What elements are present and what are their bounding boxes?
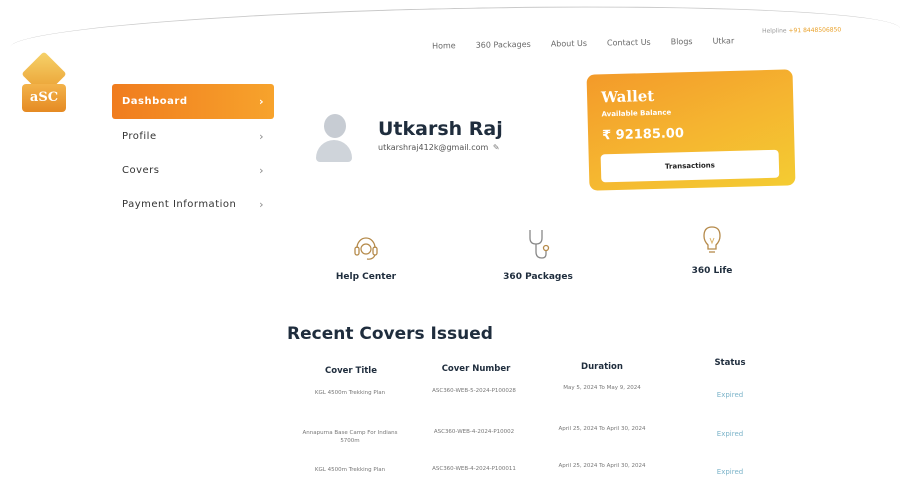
nav-user[interactable]: Utkar [712,36,734,45]
cell-cover-number: ASC360-WEB-5-2024-P100028 [432,388,516,394]
user-email: utkarshraj412k@gmail.com [378,143,489,152]
user-name: Utkarsh Raj [378,118,503,140]
nav-contact-us[interactable]: Contact Us [607,38,651,48]
chevron-right-icon: › [258,95,264,108]
helpline-label: Helpline [761,27,787,35]
logo-text: aSC [22,84,66,112]
cell-duration: April 25, 2024 To April 30, 2024 [558,426,646,432]
sidebar-item-label: Profile [122,130,157,142]
brand-logo[interactable]: aSC [18,51,70,116]
cell-cover-title: KGL 4500m Trekking Plan [314,467,386,473]
transactions-button[interactable]: Transactions [600,149,780,183]
column-header-duration: Duration [581,362,623,372]
edit-pencil-icon[interactable]: ✎ [493,143,500,152]
cell-status: Expired [716,468,744,476]
packages-link[interactable]: 360 Packages [496,228,580,282]
cell-status: Expired [716,391,744,399]
chevron-right-icon: › [259,129,264,143]
sidebar-item-dashboard[interactable]: Dashboard › [112,84,274,119]
help-center-link[interactable]: Help Center [330,232,402,282]
recent-covers-title: Recent Covers Issued [287,324,493,344]
helpline[interactable]: Helpline +91 8448506850 [762,26,841,44]
lightbulb-icon [703,226,721,253]
wallet-subtitle: Available Balance [601,108,672,119]
sidebar-item-profile[interactable]: Profile › [112,119,274,153]
cell-cover-number: ASC360-WEB-4-2024-P100011 [432,466,516,472]
wallet-balance: ₹ 92185.00 [601,126,685,144]
sidebar: Dashboard › Profile › Covers › Payment I… [112,84,274,221]
help-center-label: Help Center [335,272,397,282]
sidebar-item-covers[interactable]: Covers › [112,153,274,187]
sidebar-item-label: Covers [122,164,160,176]
nav-home[interactable]: Home [432,41,456,50]
nav-blogs[interactable]: Blogs [671,37,693,46]
packages-label: 360 Packages [503,272,573,282]
360-life-link[interactable]: 360 Life [680,224,744,276]
wallet-title: Wallet [600,86,655,107]
cell-cover-title: KGL 4500m Trekking Plan [314,390,386,396]
helpline-number: +91 8448506850 [788,26,842,35]
sidebar-item-label: Payment Information [122,198,237,210]
user-email-row: utkarshraj412k@gmail.com ✎ [378,143,500,152]
headset-icon [354,237,378,260]
chevron-right-icon: › [259,197,264,211]
cell-cover-number: ASC360-WEB-4-2024-P10002 [433,429,515,435]
column-header-status: Status [714,358,746,368]
column-header-cover-number: Cover Number [441,364,511,374]
360-life-label: 360 Life [691,266,733,276]
cell-duration: May 5, 2024 To May 9, 2024 [563,385,641,391]
wallet-card: Wallet Available Balance ₹ 92185.00 Tran… [586,69,796,191]
avatar-body [316,140,352,162]
sidebar-item-label: Dashboard [122,96,188,107]
cell-duration: April 25, 2024 To April 30, 2024 [558,463,646,469]
avatar-head [324,114,346,138]
nav-about-us[interactable]: About Us [551,39,587,49]
cell-status: Expired [716,430,744,438]
chevron-right-icon: › [259,163,264,177]
stethoscope-icon [529,230,550,259]
sidebar-item-payment-information[interactable]: Payment Information › [112,187,274,221]
avatar [316,114,352,164]
column-header-cover-title: Cover Title [325,366,377,376]
cell-cover-title: Annapurna Base Camp For Indians 5700m [302,430,398,444]
nav-360-packages[interactable]: 360 Packages [476,40,531,50]
